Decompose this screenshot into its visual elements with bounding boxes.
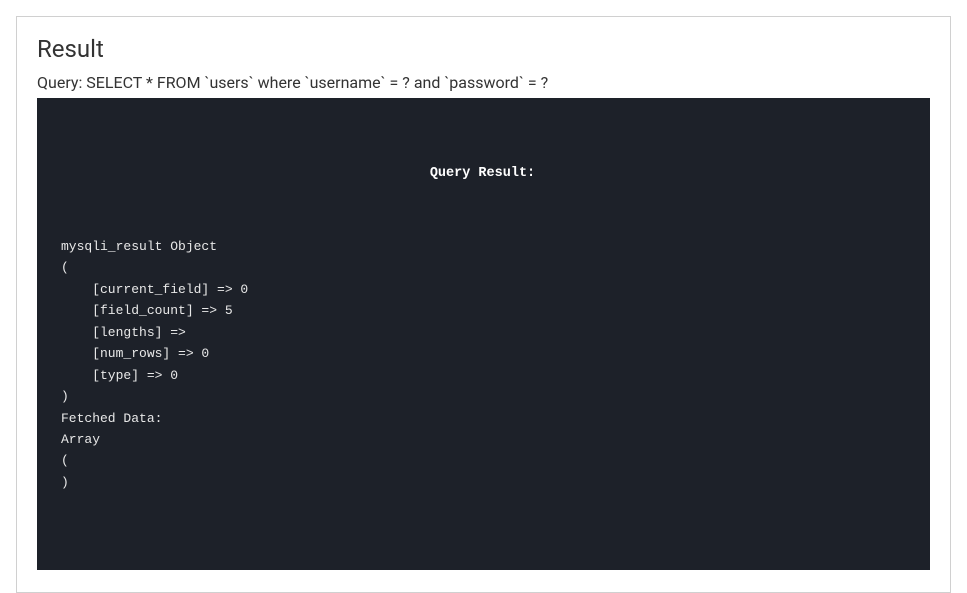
query-line: Query: SELECT * FROM `users` where `user… [37, 73, 930, 92]
query-label: Query: [37, 73, 86, 92]
result-title: Result [37, 35, 930, 63]
code-block: Query Result: mysqli_result Object ( [cu… [37, 98, 930, 570]
code-header: Query Result: [61, 163, 904, 185]
result-panel: Result Query: SELECT * FROM `users` wher… [16, 16, 951, 593]
code-body: mysqli_result Object ( [current_field] =… [61, 236, 904, 493]
query-text: SELECT * FROM `users` where `username` =… [86, 73, 548, 92]
